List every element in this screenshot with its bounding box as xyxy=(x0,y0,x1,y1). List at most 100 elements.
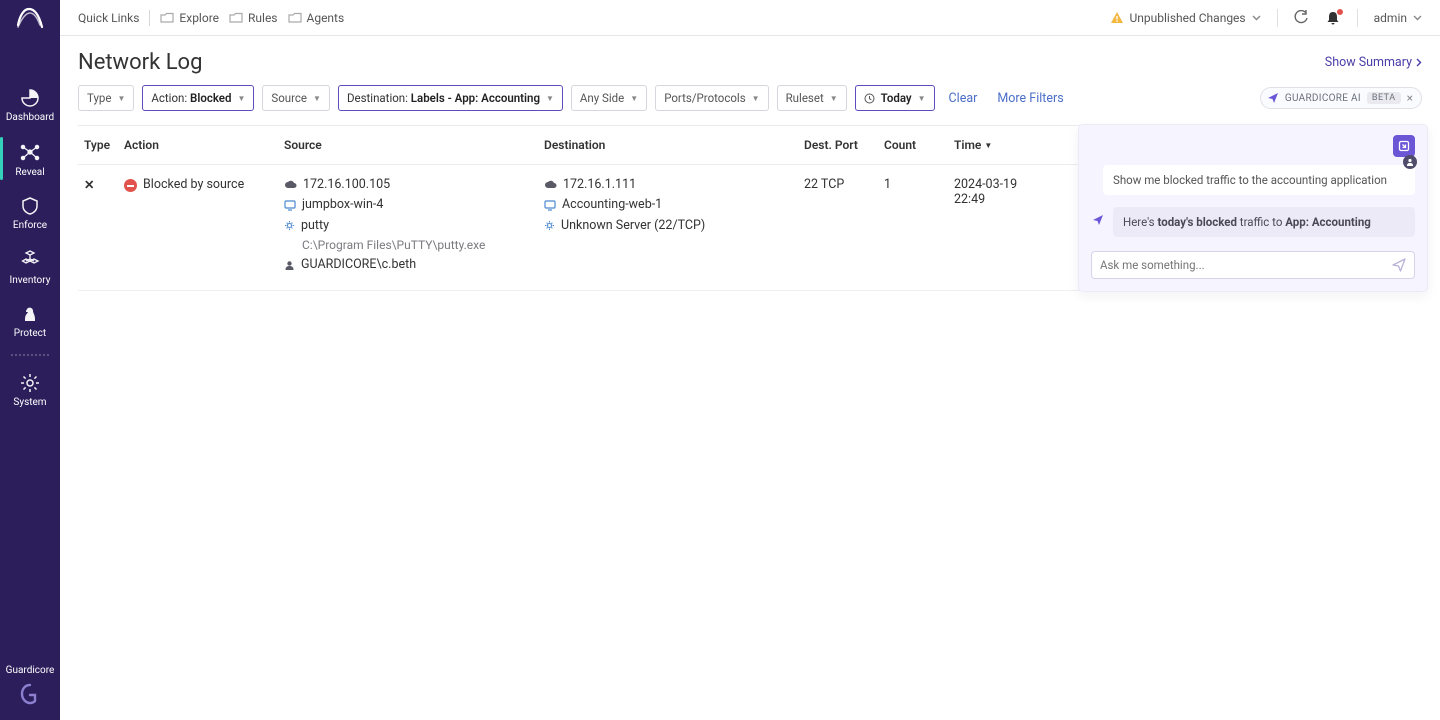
source-host: jumpbox-win-4 xyxy=(302,197,383,213)
chevron-down-icon xyxy=(1252,15,1261,21)
user-menu[interactable]: admin xyxy=(1374,11,1422,25)
brand-logo[interactable] xyxy=(0,2,60,38)
ql-label: Agents xyxy=(307,11,345,25)
ai-assist-strong: App: Accounting xyxy=(1285,215,1371,229)
ql-rules[interactable]: Rules xyxy=(229,11,277,25)
chevron-down-icon: ▼ xyxy=(830,94,838,103)
unpublished-changes[interactable]: Unpublished Changes xyxy=(1110,11,1261,25)
sort-desc-icon: ▼ xyxy=(984,141,992,150)
nav-protect[interactable]: Protect xyxy=(0,294,60,347)
cloud-icon xyxy=(284,180,297,190)
nav-reveal[interactable]: Reveal xyxy=(0,131,60,186)
send-button[interactable] xyxy=(1392,258,1406,272)
dest-ip: 172.16.1.111 xyxy=(563,177,636,193)
quick-links-label: Quick Links xyxy=(78,11,139,25)
chip-value: Today xyxy=(881,91,912,105)
shield-icon xyxy=(20,196,40,216)
action-text: Blocked by source xyxy=(143,177,244,192)
x-icon: ✕ xyxy=(84,178,94,193)
notifications-button[interactable] xyxy=(1325,10,1341,26)
ai-input[interactable] xyxy=(1100,258,1392,272)
nav-dashboard[interactable]: Dashboard xyxy=(0,78,60,131)
th-destination[interactable]: Destination xyxy=(538,126,798,164)
nav-system[interactable]: System xyxy=(0,363,60,416)
ai-chat-panel: Show me blocked traffic to the accountin… xyxy=(1078,124,1428,292)
time-date: 2024-03-19 xyxy=(954,177,1062,192)
cell-time: 2024-03-19 22:49 xyxy=(948,165,1068,290)
graph-nodes-icon xyxy=(19,141,41,163)
sidebar: Dashboard Reveal Enforce xyxy=(0,0,60,720)
cell-action: Blocked by source xyxy=(118,165,278,290)
chip-label: Action: xyxy=(151,91,187,105)
nav-inventory[interactable]: Inventory xyxy=(0,239,60,294)
source-process: putty xyxy=(301,218,329,234)
ai-input-wrapper xyxy=(1091,251,1415,279)
ai-send-icon xyxy=(1091,213,1105,227)
ai-assist-mid: traffic to xyxy=(1237,215,1285,229)
chip-label: Any Side xyxy=(580,91,624,105)
dest-host: Accounting-web-1 xyxy=(562,197,662,213)
source-user: GUARDICORE\c.beth xyxy=(301,257,416,273)
th-type[interactable]: Type xyxy=(78,126,118,164)
chip-label: Ports/Protocols xyxy=(664,91,745,105)
user-icon xyxy=(284,260,295,271)
brand-mark-icon xyxy=(18,682,42,706)
filter-any-side[interactable]: Any Side ▼ xyxy=(571,85,647,111)
filter-ports[interactable]: Ports/Protocols▼ xyxy=(655,85,768,111)
cell-type: ✕ xyxy=(78,165,118,290)
ai-assistant-message: Here's today's blocked traffic to App: A… xyxy=(1091,207,1415,237)
monitor-icon xyxy=(544,200,556,211)
gear-icon xyxy=(20,373,40,393)
ql-explore[interactable]: Explore xyxy=(160,11,219,25)
filter-destination[interactable]: Destination: Labels - App: Accounting▼ xyxy=(338,85,563,111)
nav-label: Inventory xyxy=(10,275,51,286)
ql-label: Explore xyxy=(179,11,219,25)
ai-user-message: Show me blocked traffic to the accountin… xyxy=(1103,165,1415,195)
th-label: Time xyxy=(954,138,981,152)
filter-type[interactable]: Type▼ xyxy=(78,85,134,111)
ai-user-text: Show me blocked traffic to the accountin… xyxy=(1113,173,1387,187)
th-source[interactable]: Source xyxy=(278,126,538,164)
topbar: Quick Links Explore Rules Agents xyxy=(60,0,1440,36)
chevron-down-icon: ▼ xyxy=(630,94,638,103)
gear-small-icon xyxy=(544,220,555,231)
show-summary-label: Show Summary xyxy=(1325,55,1412,70)
th-dest-port[interactable]: Dest. Port xyxy=(798,126,878,164)
filter-source[interactable]: Source▼ xyxy=(262,85,330,111)
folder-icon xyxy=(160,12,174,24)
warning-icon xyxy=(1110,11,1124,25)
show-summary-link[interactable]: Show Summary xyxy=(1325,55,1422,70)
nav-label: System xyxy=(13,397,46,408)
pie-icon xyxy=(20,88,40,108)
divider xyxy=(1277,9,1278,27)
clock-icon xyxy=(864,93,875,104)
refresh-button[interactable] xyxy=(1294,10,1309,25)
th-action[interactable]: Action xyxy=(118,126,278,164)
chess-knight-icon xyxy=(20,304,40,324)
filter-time[interactable]: Today▼ xyxy=(855,85,935,111)
ai-assist-prefix: Here's xyxy=(1123,215,1157,229)
time-time: 22:49 xyxy=(954,192,1062,207)
ai-badge[interactable]: GUARDICORE AI BETA × xyxy=(1260,87,1422,109)
source-path: C:\Program Files\PuTTY\putty.exe xyxy=(302,238,485,254)
nav-enforce[interactable]: Enforce xyxy=(0,186,60,239)
sidebar-brand: Guardicore xyxy=(6,665,55,676)
expand-icon xyxy=(1398,140,1410,152)
expand-panel-button[interactable] xyxy=(1393,135,1415,157)
filter-action[interactable]: Action: Blocked▼ xyxy=(142,85,254,111)
more-filters[interactable]: More Filters xyxy=(991,91,1069,106)
ai-send-icon xyxy=(1267,92,1279,104)
blocked-icon xyxy=(124,179,137,192)
nav-label: Enforce xyxy=(13,220,47,231)
user-avatar-icon xyxy=(1403,155,1417,169)
user-label: admin xyxy=(1374,11,1407,25)
filter-ruleset[interactable]: Ruleset▼ xyxy=(777,85,847,111)
th-count[interactable]: Count xyxy=(878,126,948,164)
close-icon[interactable]: × xyxy=(1407,91,1413,105)
chevron-right-icon xyxy=(1416,58,1422,67)
ql-agents[interactable]: Agents xyxy=(288,11,345,25)
boxes-icon xyxy=(19,249,41,271)
clear-filters[interactable]: Clear xyxy=(943,91,984,106)
cell-count: 1 xyxy=(878,165,948,290)
th-time[interactable]: Time▼ xyxy=(948,126,1068,164)
